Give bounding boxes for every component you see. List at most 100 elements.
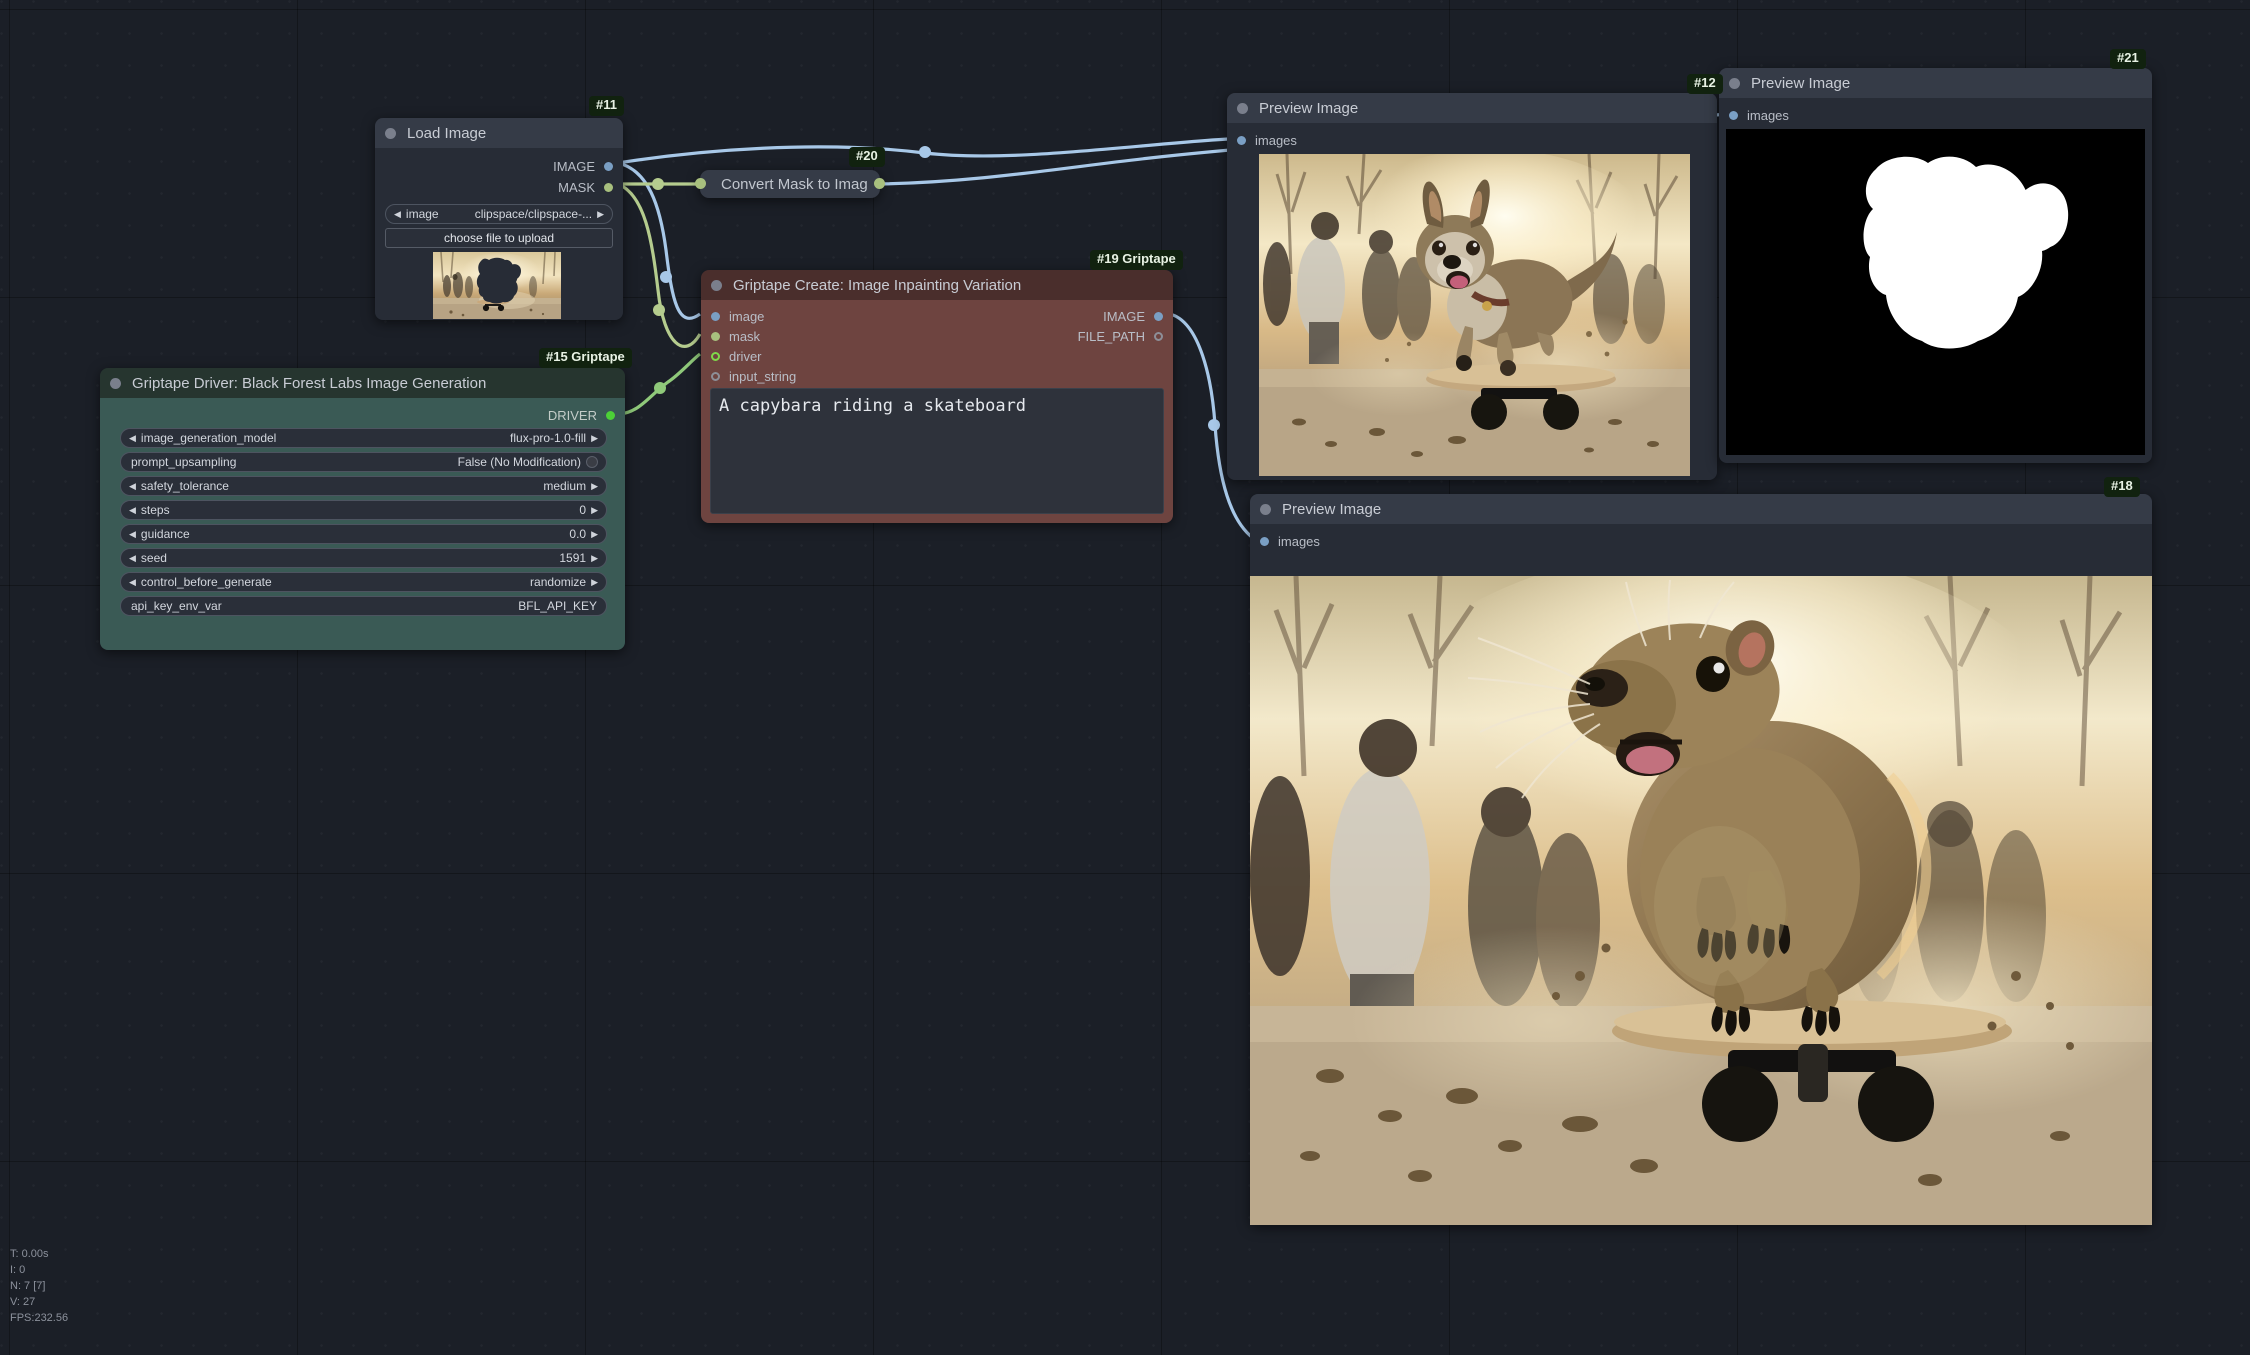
output-label-driver: DRIVER bbox=[547, 407, 597, 423]
input-label-images: images bbox=[1747, 107, 1789, 123]
input-dot-images[interactable] bbox=[1237, 135, 1246, 145]
node-body-griptape-create: image mask driver input_string IMAGE FIL… bbox=[701, 300, 1173, 523]
node-body-griptape-driver: DRIVER ◀ image_generation_model flux-pro… bbox=[100, 398, 625, 650]
node-header-griptape-create[interactable]: Griptape Create: Image Inpainting Variat… bbox=[701, 270, 1173, 300]
node-griptape-create[interactable]: Griptape Create: Image Inpainting Variat… bbox=[701, 270, 1173, 523]
next-arrow-icon[interactable]: ▶ bbox=[597, 209, 604, 219]
node-header-preview-18[interactable]: Preview Image bbox=[1250, 494, 2152, 524]
node-preview-image-12[interactable]: Preview Image images bbox=[1227, 93, 1717, 480]
preview-image-mask[interactable] bbox=[1726, 129, 2145, 455]
widget-label-prompt-upsampling: prompt_upsampling bbox=[131, 455, 237, 469]
next-arrow-icon[interactable]: ▶ bbox=[591, 553, 598, 563]
load-image-thumbnail[interactable] bbox=[433, 252, 561, 319]
stat-time: T: 0.00s bbox=[10, 1248, 49, 1261]
widget-safety-tolerance[interactable]: ◀ safety_tolerance medium ▶ bbox=[120, 476, 607, 496]
link-image-to-preview12 bbox=[617, 137, 1229, 165]
collapse-toggle-icon[interactable] bbox=[1729, 77, 1740, 89]
prev-arrow-icon[interactable]: ◀ bbox=[129, 577, 136, 587]
output-dot-file-path[interactable] bbox=[1154, 331, 1163, 341]
node-badge-15: #15 Griptape bbox=[539, 348, 632, 368]
output-slot-image[interactable]: IMAGE bbox=[553, 158, 613, 174]
collapsed-input-dot-mask[interactable] bbox=[695, 178, 706, 189]
link-driver-to-create bbox=[619, 352, 701, 416]
widget-control-before-generate[interactable]: ◀ control_before_generate randomize ▶ bbox=[120, 572, 607, 592]
output-dot-mask[interactable] bbox=[604, 182, 613, 192]
prev-arrow-icon[interactable]: ◀ bbox=[129, 553, 136, 563]
collapse-toggle-icon[interactable] bbox=[1260, 503, 1271, 515]
input-label-image: image bbox=[729, 308, 765, 324]
collapse-toggle-icon[interactable] bbox=[110, 377, 121, 389]
widget-seed[interactable]: ◀ seed 1591 ▶ bbox=[120, 548, 607, 568]
widget-value-seed: 1591 bbox=[559, 551, 587, 565]
node-preview-image-18[interactable]: Preview Image images bbox=[1250, 494, 2152, 1225]
input-dot-images[interactable] bbox=[1729, 110, 1738, 120]
output-dot-image[interactable] bbox=[1154, 311, 1163, 321]
node-header-preview-21[interactable]: Preview Image bbox=[1719, 68, 2152, 98]
prev-arrow-icon[interactable]: ◀ bbox=[129, 481, 136, 491]
next-arrow-icon[interactable]: ▶ bbox=[591, 481, 598, 491]
collapsed-output-dot-image[interactable] bbox=[874, 178, 885, 189]
node-header-griptape-driver[interactable]: Griptape Driver: Black Forest Labs Image… bbox=[100, 368, 625, 398]
input-label-mask: mask bbox=[729, 328, 761, 344]
widget-guidance[interactable]: ◀ guidance 0.0 ▶ bbox=[120, 524, 607, 544]
next-arrow-icon[interactable]: ▶ bbox=[591, 577, 598, 587]
node-griptape-driver[interactable]: Griptape Driver: Black Forest Labs Image… bbox=[100, 368, 625, 650]
next-arrow-icon[interactable]: ▶ bbox=[591, 433, 598, 443]
node-convert-mask-to-image[interactable]: Convert Mask to Imag bbox=[700, 170, 880, 198]
node-header-load-image[interactable]: Load Image bbox=[375, 118, 623, 148]
prev-arrow-icon[interactable]: ◀ bbox=[394, 209, 401, 219]
widget-image-generation-model[interactable]: ◀ image_generation_model flux-pro-1.0-fi… bbox=[120, 428, 607, 448]
input-dot-images[interactable] bbox=[1260, 536, 1269, 546]
node-preview-image-21[interactable]: Preview Image images bbox=[1719, 68, 2152, 463]
next-arrow-icon[interactable]: ▶ bbox=[591, 505, 598, 515]
input-dot-image[interactable] bbox=[711, 311, 720, 321]
output-slot-image[interactable]: IMAGE bbox=[1103, 308, 1163, 324]
prev-arrow-icon[interactable]: ◀ bbox=[129, 433, 136, 443]
output-slot-mask[interactable]: MASK bbox=[558, 179, 613, 195]
collapse-toggle-icon[interactable] bbox=[1237, 102, 1248, 114]
output-dot-driver[interactable] bbox=[606, 410, 615, 420]
input-slot-image[interactable]: image bbox=[711, 308, 764, 324]
collapse-toggle-icon[interactable] bbox=[711, 279, 722, 291]
widget-value-api-key-env-var: BFL_API_KEY bbox=[518, 599, 597, 613]
input-slot-driver[interactable]: driver bbox=[711, 348, 762, 364]
graph-canvas[interactable]: #11 Load Image IMAGE MASK ◀ image clipsp… bbox=[0, 0, 2250, 1355]
input-dot-driver[interactable] bbox=[711, 351, 720, 361]
input-slot-images[interactable]: images bbox=[1260, 533, 1320, 549]
input-dot-mask[interactable] bbox=[711, 331, 720, 341]
choose-file-button[interactable]: choose file to upload bbox=[385, 228, 613, 248]
node-badge-18: #18 bbox=[2104, 477, 2140, 497]
node-load-image[interactable]: Load Image IMAGE MASK ◀ image clipspace/… bbox=[375, 118, 623, 320]
input-slot-mask[interactable]: mask bbox=[711, 328, 760, 344]
node-body-load-image: IMAGE MASK ◀ image clipspace/clipspace-.… bbox=[375, 148, 623, 320]
node-header-preview-12[interactable]: Preview Image bbox=[1227, 93, 1717, 123]
prompt-textarea[interactable]: A capybara riding a skateboard bbox=[710, 388, 1164, 514]
output-label-mask: MASK bbox=[558, 179, 595, 195]
widget-label-control-before-generate: control_before_generate bbox=[140, 575, 272, 589]
node-body-preview-18: images bbox=[1250, 524, 2152, 1225]
widget-image[interactable]: ◀ image clipspace/clipspace-... ▶ bbox=[385, 204, 613, 224]
input-slot-input-string[interactable]: input_string bbox=[711, 368, 796, 384]
stat-nodes: N: 7 [7] bbox=[10, 1280, 46, 1293]
preview-image-capybara[interactable] bbox=[1250, 576, 2152, 1225]
output-dot-image[interactable] bbox=[604, 161, 613, 171]
preview-image-dog[interactable] bbox=[1259, 154, 1690, 476]
widget-prompt-upsampling[interactable]: prompt_upsampling False (No Modification… bbox=[120, 452, 607, 472]
link-dot bbox=[654, 382, 666, 394]
output-slot-file-path[interactable]: FILE_PATH bbox=[1078, 328, 1163, 344]
input-slot-images[interactable]: images bbox=[1729, 107, 1789, 123]
node-title-griptape-driver: Griptape Driver: Black Forest Labs Image… bbox=[132, 374, 487, 392]
widget-api-key-env-var[interactable]: api_key_env_var BFL_API_KEY bbox=[120, 596, 607, 616]
input-slot-images[interactable]: images bbox=[1237, 132, 1297, 148]
input-dot-input-string[interactable] bbox=[711, 371, 720, 381]
output-slot-driver[interactable]: DRIVER bbox=[548, 407, 615, 423]
toggle-icon[interactable] bbox=[586, 456, 598, 468]
widget-label-seed: seed bbox=[140, 551, 167, 565]
widget-value-safety-tolerance: medium bbox=[543, 479, 587, 493]
widget-value-control-before-generate: randomize bbox=[530, 575, 587, 589]
widget-steps[interactable]: ◀ steps 0 ▶ bbox=[120, 500, 607, 520]
prev-arrow-icon[interactable]: ◀ bbox=[129, 505, 136, 515]
prev-arrow-icon[interactable]: ◀ bbox=[129, 529, 136, 539]
next-arrow-icon[interactable]: ▶ bbox=[591, 529, 598, 539]
collapse-toggle-icon[interactable] bbox=[385, 127, 396, 139]
